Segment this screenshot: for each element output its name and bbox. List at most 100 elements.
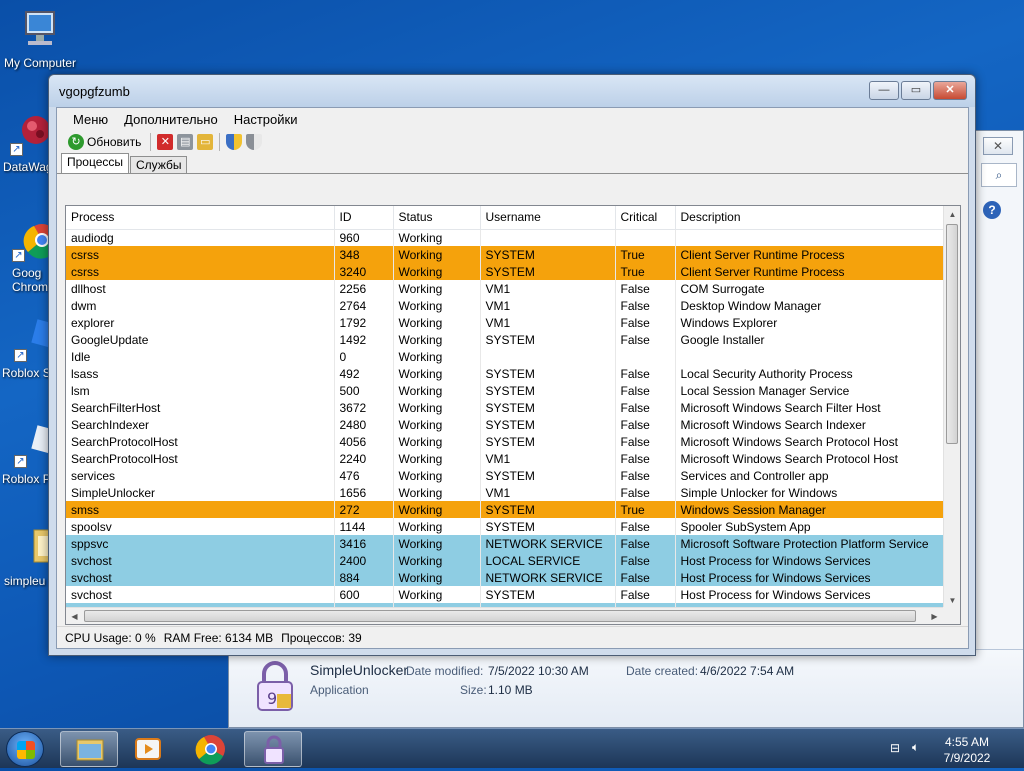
cell-username: SYSTEM [480,467,616,484]
table-row[interactable]: SearchFilterHost 3672 Working SYSTEM False Mi… [66,399,944,416]
cell-username: SYSTEM [480,246,616,263]
menu-item-settings[interactable]: Настройки [226,112,306,127]
clock[interactable]: 4:55 AM 7/9/2022 [932,734,1002,766]
table-row[interactable]: SearchIndexer 2480 Working SYSTEM False Micro… [66,416,944,433]
cell-critical [615,348,676,365]
table-row[interactable]: svchost 2400 Working LOCAL SERVICE False Host… [66,552,944,569]
cell-id: 2400 [334,552,394,569]
column-header-username[interactable]: Username [480,206,616,230]
cell-description: Microsoft Windows Search Protocol Host [675,450,944,467]
cell-username: SYSTEM [480,365,616,382]
table-row[interactable]: svchost 600 Working SYSTEM False Host Process… [66,586,944,603]
uac-shield-icon[interactable] [246,134,263,150]
minimize-button[interactable]: — [869,81,899,100]
menu-item-advanced[interactable]: Дополнительно [116,112,226,127]
window-title: vgopgfzumb [59,84,130,99]
cell-critical: False [615,416,676,433]
taskbar-chrome[interactable] [182,731,240,767]
uac-shield-icon[interactable] [226,134,243,150]
desktop-icon-my-computer[interactable]: My Computer [0,8,80,70]
column-header-status[interactable]: Status [393,206,481,230]
column-header-description[interactable]: Description [675,206,944,230]
details-date-created: 4/6/2022 7:54 AM [700,664,795,678]
taskbar-media-player[interactable] [120,731,178,767]
taskbar-simpleunlocker[interactable] [244,731,302,767]
table-row[interactable]: SimpleUnlocker 1656 Working VM1 False Simple … [66,484,944,501]
process-table: Process ID Status Username Critical Desc… [66,206,944,620]
table-row[interactable]: spoolsv 1144 Working SYSTEM False Spooler Sub… [66,518,944,535]
cell-username: SYSTEM [480,501,616,518]
status-ram-free: RAM Free: 6134 MB [163,630,274,645]
cell-username: SYSTEM [480,518,616,535]
kill-process-icon[interactable]: ✕ [157,134,174,150]
cell-status: Working [393,263,481,280]
network-icon[interactable]: ⊟ [890,741,900,755]
column-header-critical[interactable]: Critical [615,206,676,230]
window-titlebar[interactable]: vgopgfzumb — ▭ ✕ [49,75,975,107]
cell-process: Idle [66,348,335,365]
close-button[interactable]: ✕ [933,81,967,100]
menu-item-menu[interactable]: Меню [65,112,116,127]
table-row[interactable]: csrss 3240 Working SYSTEM True Client Server … [66,263,944,280]
table-row[interactable]: audiodg 960 Working [66,229,944,246]
scroll-left-arrow-icon[interactable]: ◀ [66,608,83,624]
scroll-up-arrow-icon[interactable]: ▲ [944,206,960,223]
volume-icon[interactable]: 🔈︎ [912,740,919,755]
column-header-process[interactable]: Process [66,206,335,230]
cell-critical [615,229,676,246]
table-row[interactable]: explorer 1792 Working VM1 False Windows Explo… [66,314,944,331]
column-header-id[interactable]: ID [334,206,394,230]
taskbar-explorer[interactable] [60,731,118,767]
table-row[interactable]: csrss 348 Working SYSTEM True Client Server R… [66,246,944,263]
menu-bar: Меню Дополнительно Настройки [57,108,968,130]
table-row[interactable]: dwm 2764 Working VM1 False Desktop Window Man… [66,297,944,314]
cell-id: 272 [334,501,394,518]
maximize-button[interactable]: ▭ [901,81,931,100]
details-date-modified: 7/5/2022 10:30 AM [488,664,589,678]
refresh-button[interactable]: ↻ Обновить [65,134,144,150]
horizontal-scrollbar[interactable]: ◀ ▶ [66,607,943,624]
table-row[interactable]: services 476 Working SYSTEM False Services an… [66,467,944,484]
tab-services[interactable]: Службы [130,156,188,173]
suspend-process-icon[interactable]: ▤ [177,134,194,150]
table-row[interactable]: SearchProtocolHost 2240 Working VM1 False Mic… [66,450,944,467]
table-row[interactable]: sppsvc 3416 Working NETWORK SERVICE False Mic… [66,535,944,552]
cell-process: csrss [66,263,335,280]
cell-process: smss [66,501,335,518]
cell-status: Working [393,501,481,518]
vertical-scrollbar[interactable]: ▲ ▼ [943,206,960,609]
cell-id: 2256 [334,280,394,297]
explorer-close-button[interactable]: ✕ [983,137,1013,155]
cell-description: Windows Explorer [675,314,944,331]
table-row[interactable]: lsm 500 Working SYSTEM False Local Session Ma… [66,382,944,399]
process-manager-window: vgopgfzumb — ▭ ✕ Меню Дополнительно Наст… [48,74,976,656]
cell-process: SimpleUnlocker [66,484,335,501]
table-row[interactable]: SearchProtocolHost 4056 Working SYSTEM False… [66,433,944,450]
scroll-right-arrow-icon[interactable]: ▶ [926,608,943,624]
cell-process: services [66,467,335,484]
cell-process: csrss [66,246,335,263]
table-row[interactable]: GoogleUpdate 1492 Working SYSTEM False Google… [66,331,944,348]
refresh-icon: ↻ [68,134,84,150]
cell-username: VM1 [480,297,616,314]
cell-critical: True [615,501,676,518]
cell-process: spoolsv [66,518,335,535]
table-row[interactable]: smss 272 Working SYSTEM True Windows Session … [66,501,944,518]
table-row[interactable]: dllhost 2256 Working VM1 False COM Surrogate [66,280,944,297]
table-row[interactable]: lsass 492 Working SYSTEM False Local Security… [66,365,944,382]
start-button[interactable] [6,731,44,767]
cell-process: SearchProtocolHost [66,450,335,467]
shortcut-arrow-icon: ↗ [14,455,27,468]
process-list[interactable]: Process ID Status Username Critical Desc… [65,205,961,625]
table-row[interactable]: svchost 884 Working NETWORK SERVICE False Hos… [66,569,944,586]
cell-username [480,229,616,246]
vertical-scroll-thumb[interactable] [946,224,958,444]
cell-process: svchost [66,552,335,569]
horizontal-scroll-thumb[interactable] [84,610,916,622]
table-row[interactable]: Idle 0 Working [66,348,944,365]
explorer-search-icon[interactable]: ⌕ [981,163,1017,187]
help-icon[interactable]: ? [983,201,1001,219]
open-file-location-icon[interactable]: ▭ [197,134,214,150]
tab-processes[interactable]: Процессы [61,153,130,173]
cell-id: 600 [334,586,394,603]
